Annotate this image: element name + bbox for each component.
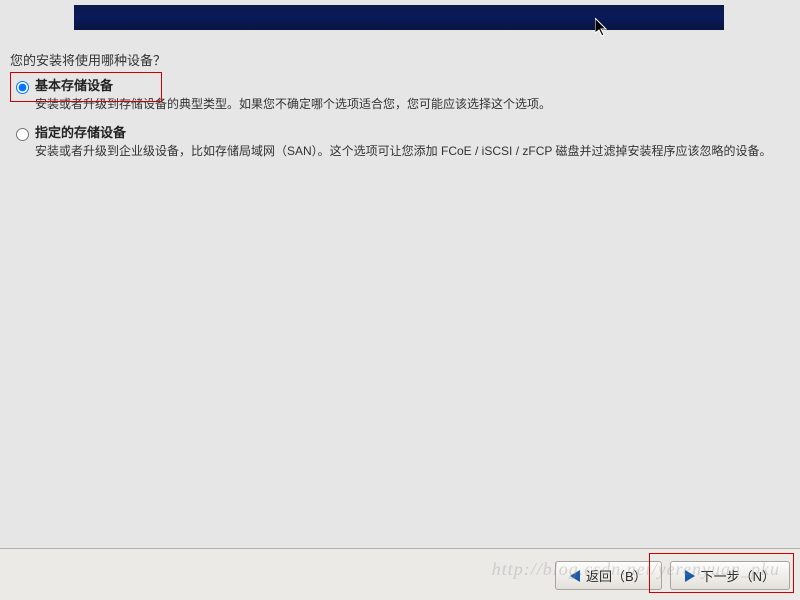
arrow-right-icon (685, 570, 695, 582)
prompt-question: 您的安装将使用哪种设备？ (10, 50, 166, 69)
arrow-left-icon (570, 570, 580, 582)
title-bar (74, 5, 724, 30)
option-basic-desc: 安装或者升级到存储设备的典型类型。如果您不确定哪个选项适合您，您可能应该选择这个… (35, 96, 776, 113)
option-specified-desc: 安装或者升级到企业级设备，比如存储局域网（SAN）。这个选项可让您添加 FCoE… (35, 143, 776, 160)
option-specified-title: 指定的存储设备 (35, 122, 776, 141)
footer-toolbar: 返回（B） 下一步（N） (0, 548, 800, 600)
option-specified-storage[interactable]: 指定的存储设备 安装或者升级到企业级设备，比如存储局域网（SAN）。这个选项可让… (16, 122, 776, 160)
radio-basic-storage[interactable] (16, 81, 29, 94)
option-basic-title: 基本存储设备 (35, 75, 776, 94)
next-button-label: 下一步（N） (701, 566, 775, 585)
back-button-label: 返回（B） (586, 566, 647, 585)
next-button[interactable]: 下一步（N） (670, 561, 790, 590)
back-button[interactable]: 返回（B） (555, 561, 662, 590)
option-basic-storage[interactable]: 基本存储设备 安装或者升级到存储设备的典型类型。如果您不确定哪个选项适合您，您可… (16, 75, 776, 113)
radio-specified-storage[interactable] (16, 128, 29, 141)
